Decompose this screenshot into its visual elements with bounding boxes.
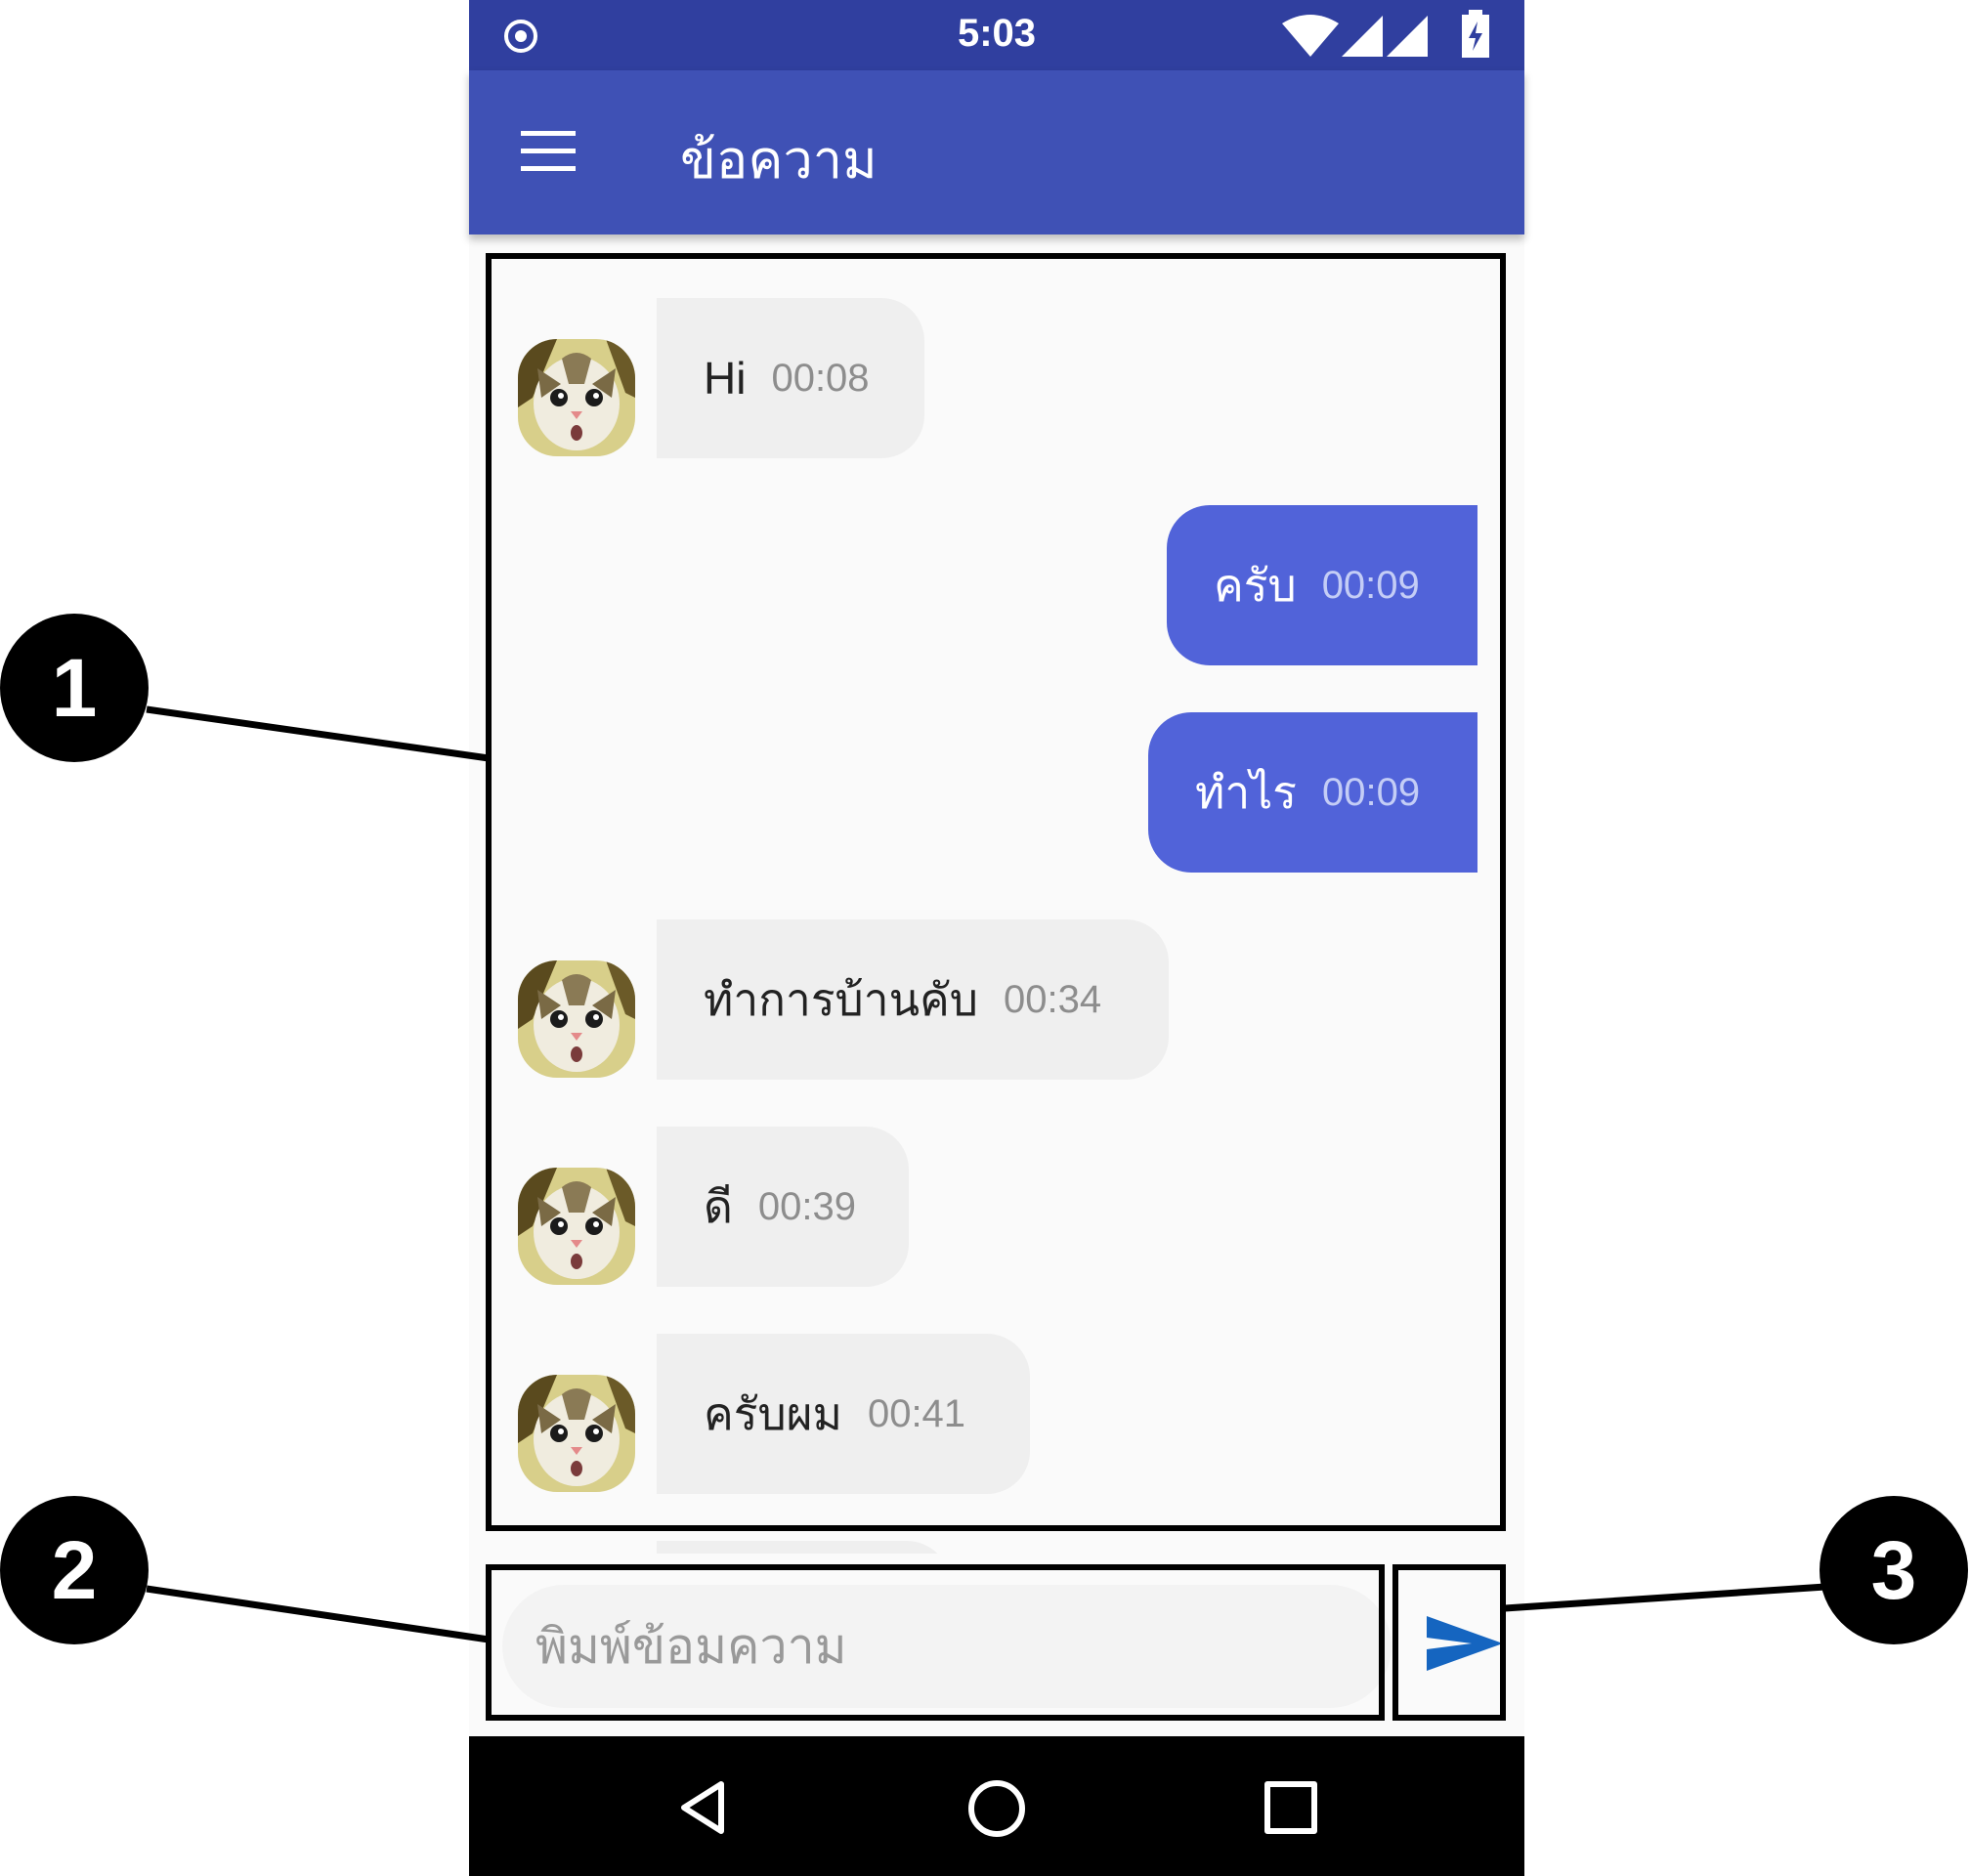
callout-badge-1: 1	[0, 614, 149, 762]
callout-badge-2: 2	[0, 1496, 149, 1644]
callout-leader-lines	[146, 705, 1826, 1643]
callout-badge-3: 3	[1820, 1496, 1968, 1644]
